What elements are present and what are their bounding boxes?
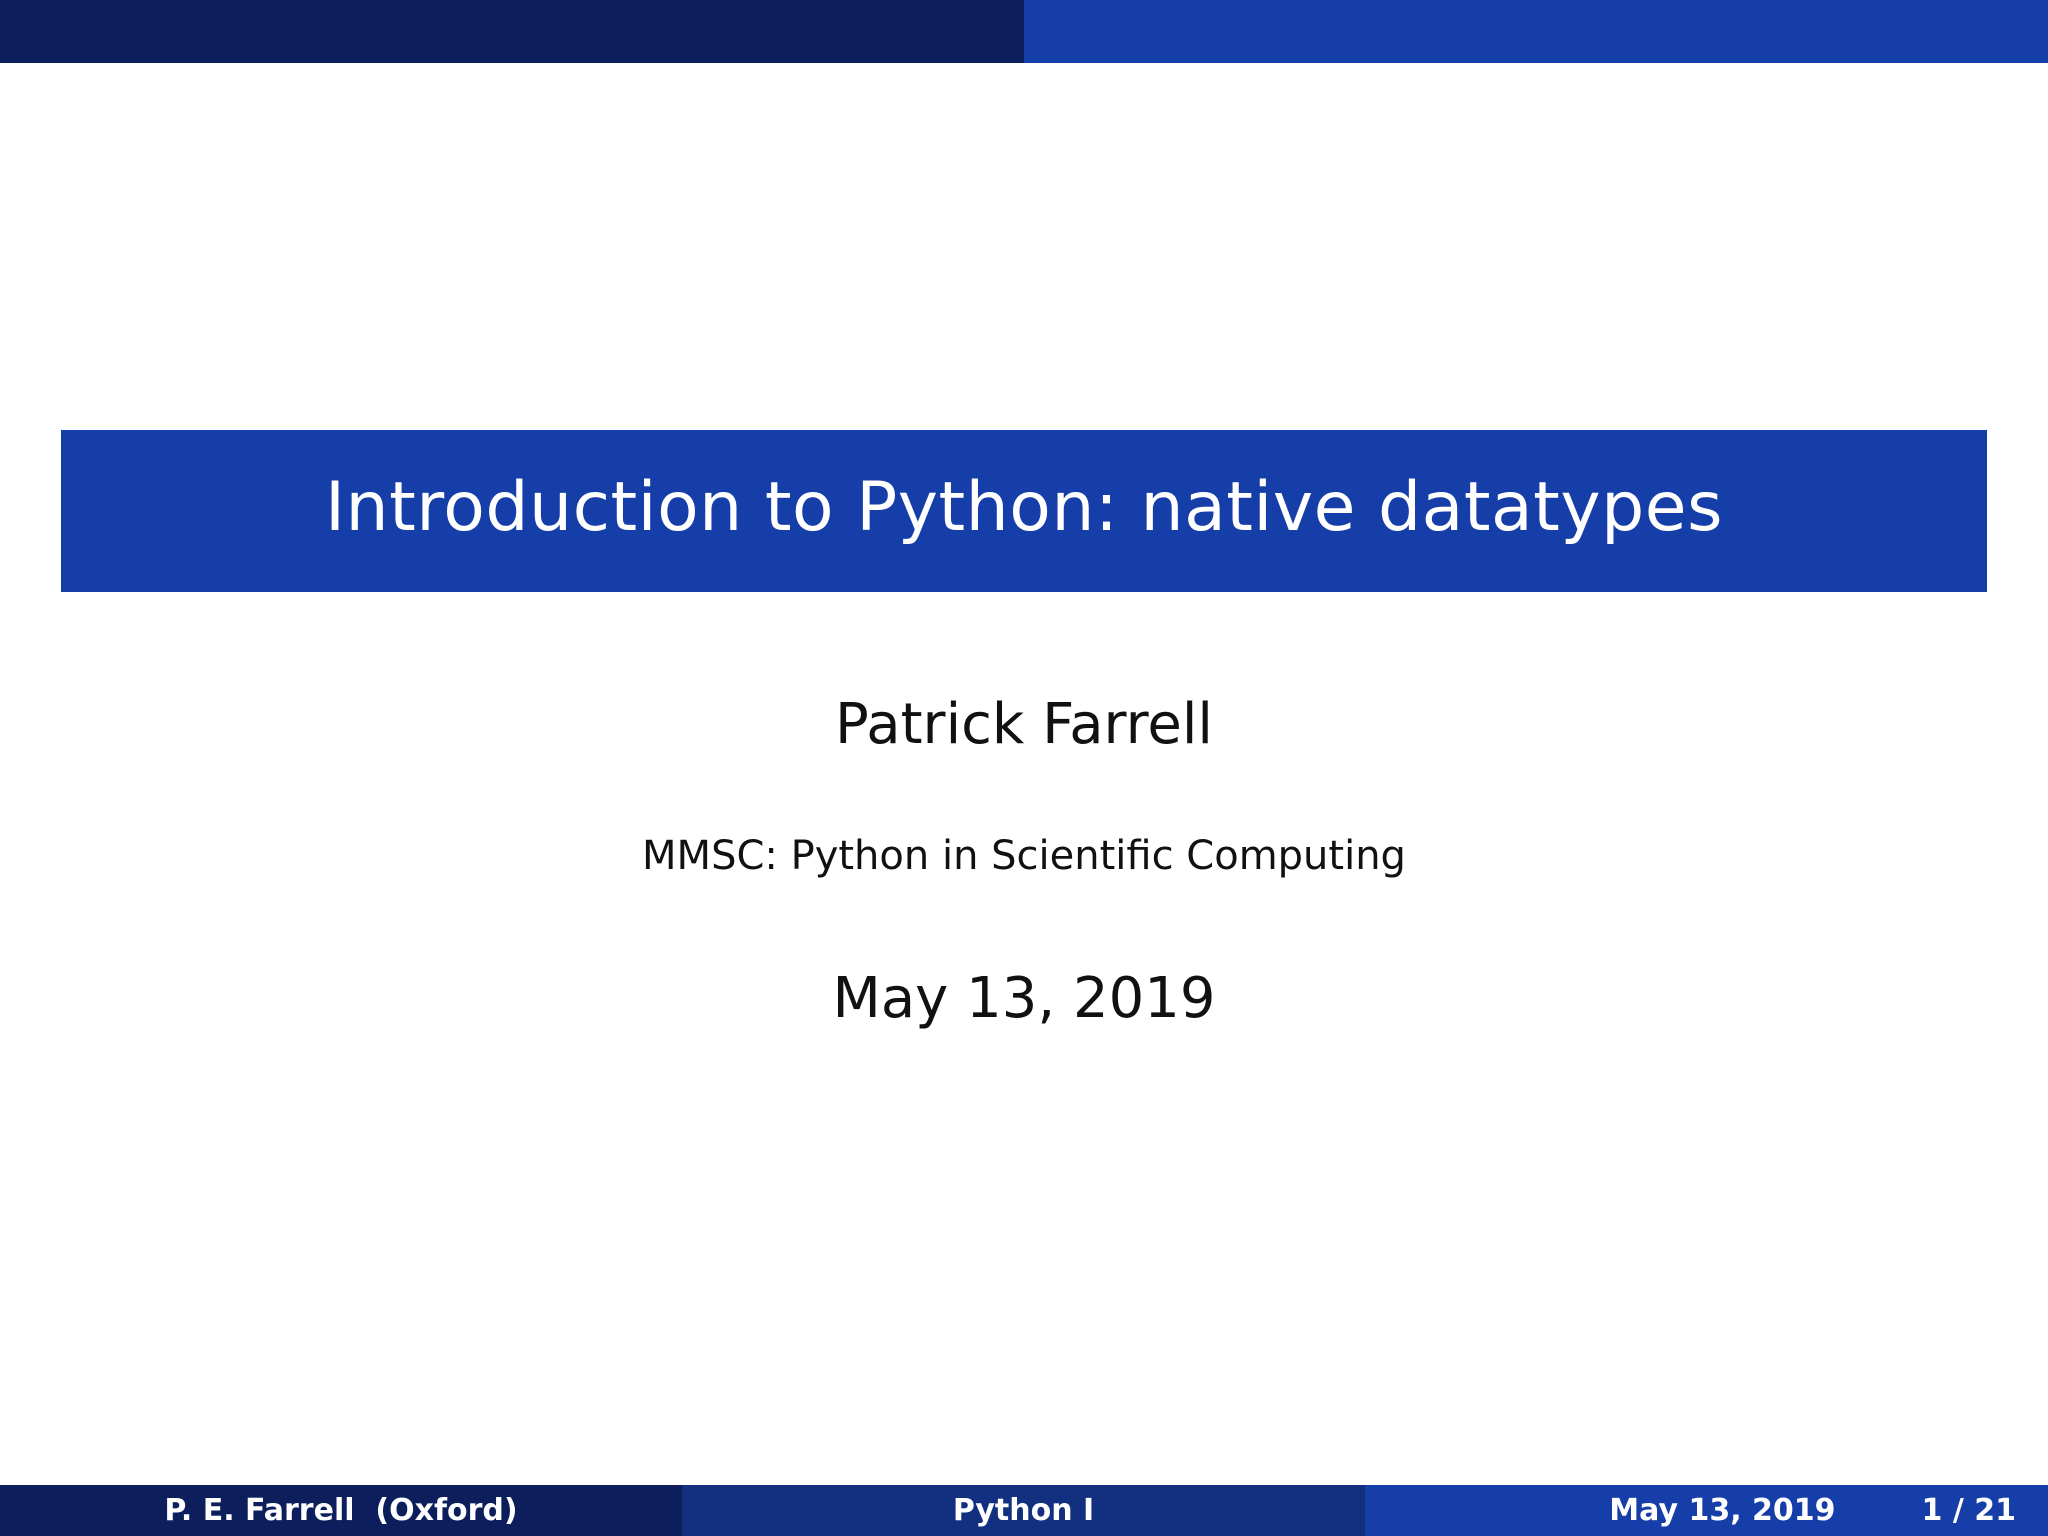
- footer-title-segment: Python I: [682, 1485, 1365, 1536]
- footer-bar: P. E. Farrell (Oxford) Python I May 13, …: [0, 1485, 2048, 1536]
- header-bar: [0, 0, 2048, 63]
- footer-author-segment: P. E. Farrell (Oxford): [0, 1485, 682, 1536]
- footer-author: P. E. Farrell (Oxford): [164, 1493, 518, 1528]
- title-banner: Introduction to Python: native datatypes: [61, 430, 1987, 592]
- author-name: Patrick Farrell: [835, 692, 1213, 757]
- slide-title: Introduction to Python: native datatypes: [324, 467, 1724, 547]
- institute-name: MMSC: Python in Scientific Computing: [642, 833, 1406, 879]
- footer-date-segment: May 13, 2019 1 / 21: [1365, 1485, 2048, 1536]
- page-number: 1 / 21: [1921, 1493, 2016, 1528]
- footer-short-title: Python I: [952, 1493, 1095, 1528]
- presentation-date: May 13, 2019: [832, 966, 1216, 1031]
- header-bar-left-segment: [0, 0, 1024, 63]
- footer-date: May 13, 2019: [1609, 1493, 1836, 1528]
- header-bar-right-segment: [1024, 0, 2048, 63]
